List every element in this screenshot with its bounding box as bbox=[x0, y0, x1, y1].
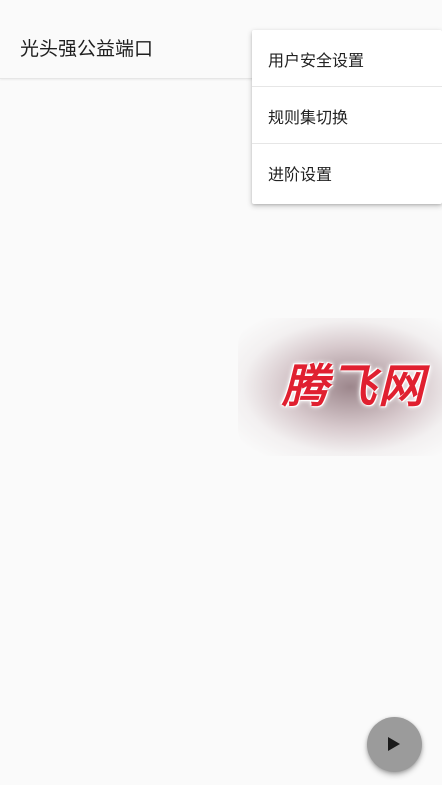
watermark: 腾飞网 bbox=[238, 318, 442, 456]
play-icon bbox=[388, 737, 400, 751]
menu-item-ruleset-switch[interactable]: 规则集切换 bbox=[252, 87, 442, 144]
menu-item-user-security-settings[interactable]: 用户安全设置 bbox=[252, 30, 442, 87]
play-button[interactable] bbox=[367, 717, 422, 772]
menu-item-label: 用户安全设置 bbox=[268, 51, 365, 70]
menu-item-advanced-settings[interactable]: 进阶设置 bbox=[252, 144, 442, 204]
app-title: 光头强公益端口 bbox=[20, 38, 154, 60]
menu-item-label: 进阶设置 bbox=[268, 165, 333, 184]
watermark-text: 腾飞网 bbox=[282, 359, 426, 413]
overflow-menu: 用户安全设置 规则集切换 进阶设置 bbox=[252, 30, 442, 204]
menu-item-label: 规则集切换 bbox=[268, 108, 349, 127]
